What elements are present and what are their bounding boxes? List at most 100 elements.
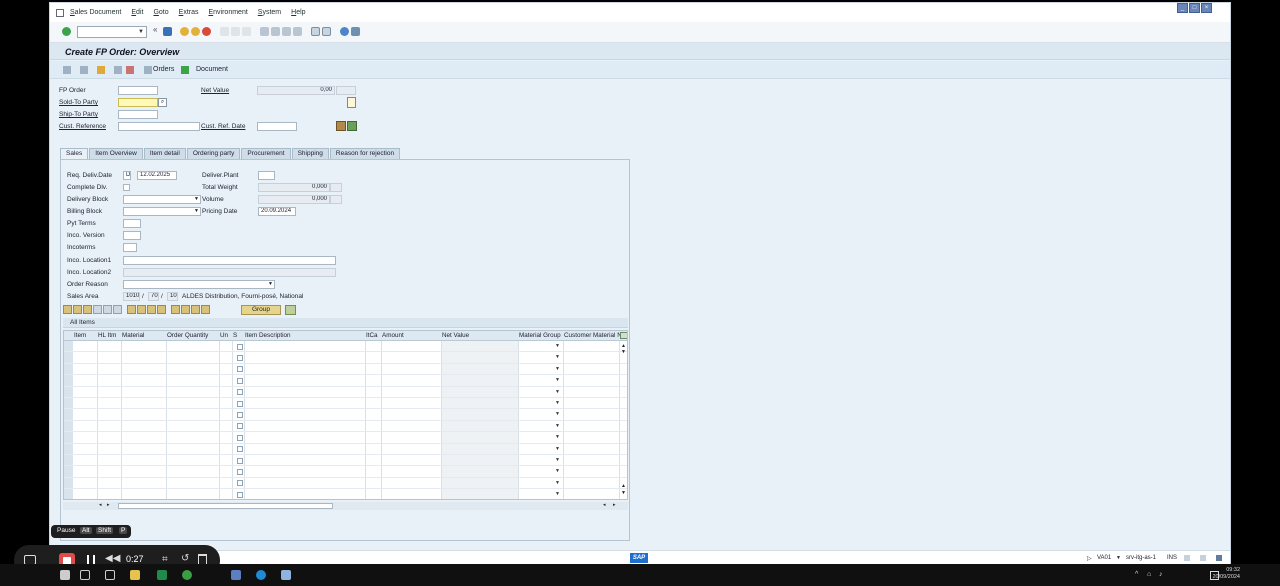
tab-item-overview[interactable]: Item Overview — [89, 148, 143, 159]
col-s[interactable]: S — [233, 332, 237, 339]
billing-block-select[interactable]: ▼ — [123, 207, 201, 216]
next-page-icon[interactable] — [282, 27, 291, 36]
scroll-right-icon[interactable]: ▸ — [613, 502, 616, 508]
deselect-all-icon[interactable] — [83, 305, 92, 314]
row-status-checkbox[interactable] — [237, 343, 243, 350]
chevron-down-icon[interactable]: ▼ — [555, 446, 560, 452]
first-page-icon[interactable] — [260, 27, 269, 36]
sap-logon-icon[interactable] — [231, 570, 241, 580]
menu-goto[interactable]: Goto — [153, 9, 168, 16]
insert-row-icon[interactable] — [103, 305, 112, 314]
column-settings-icon[interactable] — [620, 332, 627, 339]
horizontal-scrollbar[interactable]: ◂ ▸ ◂ ▸ — [63, 502, 628, 510]
link-icon[interactable] — [126, 66, 134, 74]
sort-icon[interactable] — [191, 305, 200, 314]
chevron-down-icon[interactable]: ▼ — [555, 434, 560, 440]
col-itca[interactable]: ItCa — [366, 332, 378, 339]
save-icon[interactable] — [163, 27, 172, 36]
lock-icon[interactable] — [347, 121, 357, 131]
chevron-down-icon[interactable]: ▼ — [555, 400, 560, 406]
delete-item-icon[interactable] — [93, 305, 102, 314]
edge-icon[interactable] — [256, 570, 266, 580]
tab-reason-for-rejection[interactable]: Reason for rejection — [329, 148, 401, 159]
col-net-value[interactable]: Net Value — [442, 332, 469, 339]
col-amount[interactable]: Amount — [382, 332, 404, 339]
chrome-icon[interactable] — [182, 570, 192, 580]
row-status-checkbox[interactable] — [237, 468, 243, 475]
collapse-icon[interactable]: « — [153, 25, 162, 34]
start-icon[interactable] — [60, 570, 70, 580]
scroll-up-icon[interactable]: ▲ — [621, 483, 626, 489]
partners-icon[interactable] — [127, 305, 136, 314]
pricing-date-field[interactable]: 20.09.2024 — [258, 207, 296, 216]
table-row[interactable] — [64, 409, 627, 421]
status-dropdown-icon[interactable]: ▼ — [1116, 555, 1121, 561]
search-help-icon[interactable]: ⌕ — [158, 98, 167, 107]
menu-edit[interactable]: Edit — [131, 9, 143, 16]
chevron-down-icon[interactable]: ▼ — [555, 389, 560, 395]
back-icon[interactable] — [180, 27, 189, 36]
shortcut-icon[interactable] — [322, 27, 331, 36]
search-icon[interactable] — [80, 570, 90, 580]
select-all-icon[interactable] — [73, 305, 82, 314]
layout-icon[interactable] — [285, 305, 296, 315]
table-row[interactable] — [64, 444, 627, 455]
chevron-down-icon[interactable]: ▼ — [555, 480, 560, 486]
row-status-checkbox[interactable] — [237, 377, 243, 384]
orders-icon[interactable] — [144, 66, 152, 74]
inco-location1-field[interactable] — [123, 256, 336, 265]
table-row[interactable] — [64, 364, 627, 376]
status-arrow-icon[interactable]: ▷ — [1087, 555, 1092, 562]
incoterms-field[interactable] — [123, 243, 137, 252]
new-document-icon[interactable] — [347, 97, 356, 108]
search-items-icon[interactable] — [181, 305, 190, 314]
minimize-icon[interactable]: _ — [1177, 3, 1188, 13]
row-status-checkbox[interactable] — [237, 446, 243, 453]
tray-chevron-icon[interactable]: ^ — [1135, 571, 1138, 578]
col-item-description[interactable]: Item Description — [245, 332, 291, 339]
row-status-checkbox[interactable] — [237, 491, 243, 498]
exit-icon[interactable] — [191, 27, 200, 36]
chart-icon[interactable] — [336, 121, 346, 131]
header-icon[interactable] — [80, 66, 88, 74]
table-row[interactable] — [64, 432, 627, 444]
pyt-terms-field[interactable] — [123, 219, 141, 228]
col-order-quantity[interactable]: Order Quantity — [167, 332, 208, 339]
col-un[interactable]: Un — [220, 332, 228, 339]
chevron-down-icon[interactable]: ▼ — [555, 457, 560, 463]
prev-page-icon[interactable] — [271, 27, 280, 36]
deliver-plant-field[interactable] — [258, 171, 275, 180]
document-button[interactable]: Document — [196, 66, 228, 73]
sap-menu-icon[interactable] — [56, 8, 64, 17]
orders-button[interactable]: Orders — [153, 66, 174, 73]
req-deliv-date-field[interactable]: 12.02.2025 — [137, 171, 177, 180]
find-icon[interactable] — [231, 27, 240, 36]
col-item[interactable]: Item — [74, 332, 86, 339]
table-row[interactable] — [64, 478, 627, 490]
layout-menu-icon[interactable] — [351, 27, 360, 36]
file-explorer-icon[interactable] — [130, 570, 140, 580]
last-page-icon[interactable] — [293, 27, 302, 36]
notifications-icon[interactable] — [1210, 571, 1219, 580]
row-status-checkbox[interactable] — [237, 366, 243, 373]
col-material-group[interactable]: Material Group — [519, 332, 561, 339]
sap-gui-icon[interactable] — [281, 570, 291, 580]
table-row[interactable] — [64, 398, 627, 410]
close-icon[interactable]: × — [1201, 3, 1212, 13]
row-status-checkbox[interactable] — [237, 400, 243, 407]
cust-ref-date-field[interactable] — [257, 122, 297, 131]
availability-icon[interactable] — [157, 305, 166, 314]
chevron-down-icon[interactable]: ▼ — [555, 354, 560, 360]
table-row[interactable] — [64, 387, 627, 398]
chevron-down-icon[interactable]: ▼ — [555, 366, 560, 372]
pricing-icon[interactable] — [113, 305, 122, 314]
table-row[interactable] — [64, 352, 627, 364]
tab-shipping[interactable]: Shipping — [291, 148, 329, 159]
scroll-left-icon[interactable]: ◂ — [99, 502, 102, 508]
menu-sales-document[interactable]: Sales Document — [70, 9, 121, 16]
maximize-icon[interactable]: □ — [1189, 3, 1200, 13]
order-reason-select[interactable]: ▼ — [123, 280, 275, 289]
col-customer-material[interactable]: Customer Material N — [564, 332, 622, 339]
req-deliv-date-unit-field[interactable]: D — [123, 171, 131, 180]
cust-ref-field[interactable] — [118, 122, 200, 131]
